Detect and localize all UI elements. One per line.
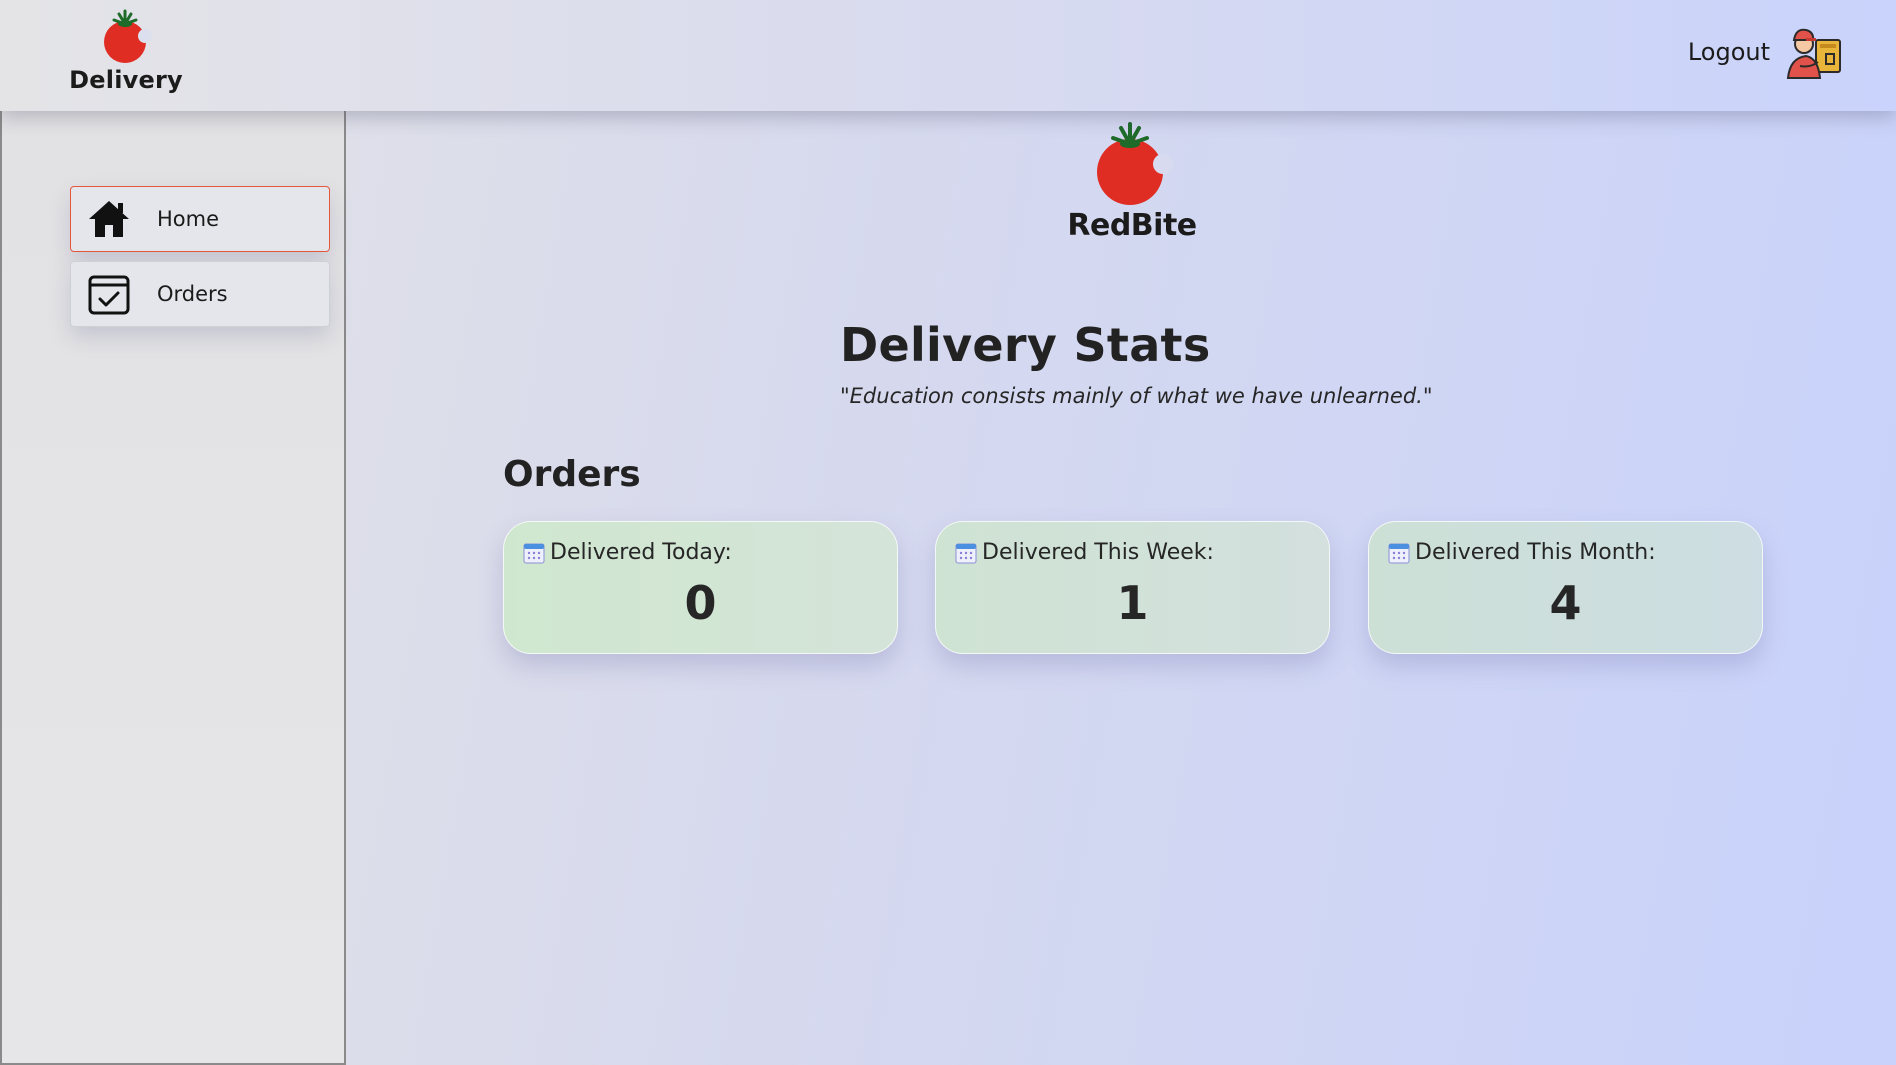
brand[interactable]: Delivery xyxy=(69,8,183,98)
stat-label: Delivered This Week: xyxy=(982,540,1214,565)
stat-value: 1 xyxy=(1116,576,1149,630)
sidebar-item-orders[interactable]: Orders xyxy=(70,261,330,327)
stat-label: Delivered Today: xyxy=(550,540,732,565)
quote-text: "Education consists mainly of what we ha… xyxy=(840,384,1433,408)
calendar-icon xyxy=(523,543,545,563)
section-title: Orders xyxy=(503,454,641,495)
page-title: Delivery Stats xyxy=(840,318,1211,372)
stat-card-week: Delivered This Week: 1 xyxy=(935,521,1330,654)
sidebar: Home Orders xyxy=(0,111,346,1065)
top-bar: Delivery Logout xyxy=(0,0,1896,111)
redbite-logo: RedBite xyxy=(1067,120,1197,250)
home-icon xyxy=(89,201,129,237)
tomato-logo-icon xyxy=(1097,122,1173,205)
brand-label: Delivery xyxy=(69,66,183,94)
calendar-icon xyxy=(955,543,977,563)
sidebar-item-label: Home xyxy=(157,207,220,231)
logout-button[interactable]: Logout xyxy=(1688,22,1844,82)
tomato-logo-icon xyxy=(104,9,152,63)
logo-wordmark: RedBite xyxy=(1067,208,1197,243)
sidebar-item-home[interactable]: Home xyxy=(70,186,330,252)
stat-value: 0 xyxy=(684,576,717,630)
stat-card-today: Delivered Today: 0 xyxy=(503,521,898,654)
sidebar-item-label: Orders xyxy=(157,282,228,306)
stat-label: Delivered This Month: xyxy=(1415,540,1656,565)
calendar-icon xyxy=(1388,543,1410,563)
stat-value: 4 xyxy=(1549,576,1582,630)
stat-card-month: Delivered This Month: 4 xyxy=(1368,521,1763,654)
logout-label: Logout xyxy=(1687,38,1770,66)
calendar-check-icon xyxy=(88,275,130,315)
delivery-courier-icon xyxy=(1786,28,1841,79)
